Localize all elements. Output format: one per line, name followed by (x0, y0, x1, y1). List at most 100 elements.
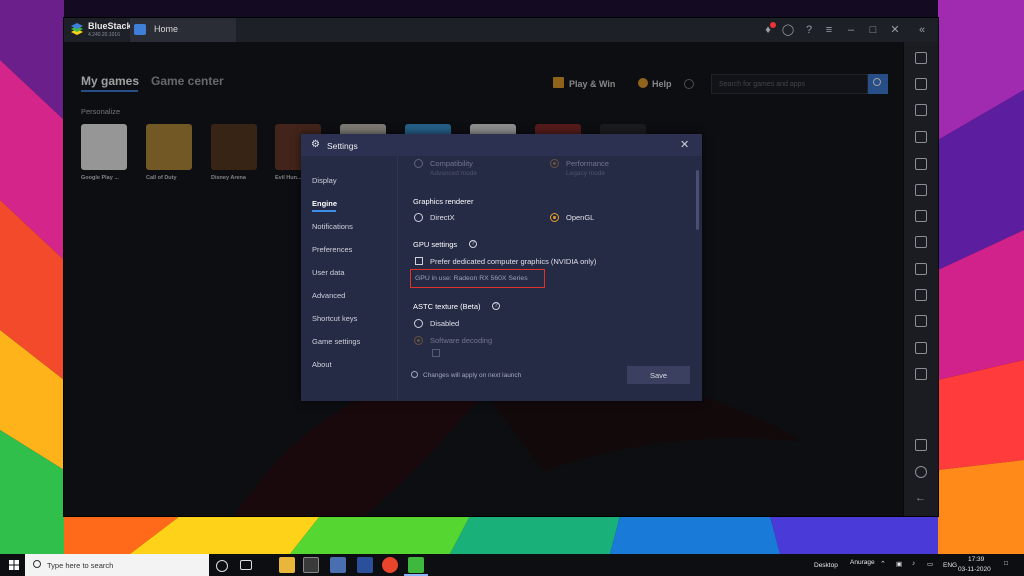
fullscreen-icon[interactable] (915, 52, 927, 64)
astc-heading: ASTC texture (Beta) (413, 302, 481, 311)
tab-home[interactable]: Home (130, 18, 236, 42)
nav-item-notifications[interactable]: Notifications (312, 222, 353, 231)
taskbar-search-icon (33, 560, 41, 568)
install-apk-icon[interactable] (915, 184, 927, 196)
mode-compatibility-label: Compatibility (430, 159, 473, 168)
macro-icon[interactable] (915, 236, 927, 248)
nav-item-display[interactable]: Display (312, 176, 337, 185)
radio-performance[interactable] (550, 159, 559, 168)
radio-astc-disabled[interactable] (414, 319, 423, 328)
language-indicator[interactable]: ENG (943, 562, 957, 569)
astc-sub-checkbox[interactable] (432, 349, 440, 357)
shake-icon[interactable] (915, 342, 927, 354)
right-sidebar: ← (903, 42, 938, 516)
info-note-icon (411, 371, 418, 378)
notepad-app-icon[interactable] (330, 557, 346, 573)
screenshot-icon[interactable] (915, 210, 927, 222)
opengl-label: OpenGL (566, 213, 595, 222)
volume-icon[interactable] (915, 78, 927, 90)
astc-software-label: Software decoding (430, 336, 493, 345)
info-icon[interactable] (915, 439, 927, 451)
directx-label: DirectX (430, 213, 455, 222)
maximize-icon[interactable]: □ (865, 22, 881, 38)
chrome-icon[interactable] (382, 557, 398, 573)
changes-note: Changes will apply on next launch (423, 372, 522, 379)
radio-opengl[interactable] (550, 213, 559, 222)
action-center-icon[interactable]: □ (1004, 560, 1008, 567)
nav-item-advanced[interactable]: Advanced (312, 291, 345, 300)
collapse-sidebar-icon[interactable]: « (914, 22, 930, 38)
nav-item-about[interactable]: About (312, 360, 332, 369)
bluestacks-logo-icon (71, 23, 83, 35)
save-button[interactable]: Save (627, 366, 690, 384)
settings-nav: Display Engine Notifications Preferences… (301, 156, 398, 401)
taskbar-search-placeholder: Type here to search (47, 561, 114, 570)
nav-item-user-data[interactable]: User data (312, 268, 345, 277)
gpu-help-icon[interactable]: ? (469, 240, 477, 248)
astc-help-icon[interactable]: ? (492, 302, 500, 310)
cortana-icon[interactable] (216, 560, 228, 572)
settings-gear-icon[interactable] (915, 466, 927, 478)
calculator-app-icon[interactable] (357, 557, 373, 573)
graphics-renderer-heading: Graphics renderer (413, 197, 474, 206)
nav-item-shortcut-keys[interactable]: Shortcut keys (312, 314, 357, 323)
nav-item-engine[interactable]: Engine (312, 199, 337, 208)
close-dialog-button[interactable]: ✕ (680, 138, 689, 151)
gpu-settings-heading: GPU settings (413, 240, 458, 249)
astc-disabled-label: Disabled (430, 319, 460, 328)
keyboard-icon[interactable] (915, 131, 927, 143)
account-icon[interactable]: ◯ (780, 22, 796, 38)
mode-compatibility-sub: Advanced mode (430, 170, 477, 177)
back-arrow-icon[interactable]: ← (915, 493, 927, 505)
file-explorer-icon[interactable] (279, 557, 295, 573)
folder-icon[interactable] (915, 263, 927, 275)
radio-directx[interactable] (414, 213, 423, 222)
settings-engine-panel: Compatibility Advanced mode Performance … (398, 156, 702, 401)
minimize-icon[interactable]: – (843, 22, 859, 38)
desktop-toolbar[interactable]: Desktop (814, 562, 838, 569)
wifi-icon[interactable]: ▣ (896, 560, 902, 568)
home-tab-icon (134, 24, 146, 35)
windows-start-icon[interactable] (9, 560, 19, 570)
bluestacks-taskbar-icon[interactable] (408, 557, 424, 573)
radio-astc-software[interactable] (414, 336, 423, 345)
prefer-dedicated-checkbox[interactable] (415, 257, 423, 265)
screen-record-icon[interactable] (915, 158, 927, 170)
active-nav-indicator (312, 210, 336, 212)
settings-dialog: ⚙ Settings ✕ Display Engine Notification… (301, 134, 702, 401)
gpu-in-use-text: GPU in use: Radeon RX 560X Series (415, 275, 528, 282)
gpu-in-use-highlight: GPU in use: Radeon RX 560X Series (410, 269, 545, 288)
taskbar-search-input[interactable]: Type here to search (25, 554, 209, 576)
nav-item-game-settings[interactable]: Game settings (312, 337, 360, 346)
menu-icon[interactable]: ≡ (821, 22, 837, 38)
scrollbar-thumb[interactable] (696, 170, 699, 230)
dialog-title: Settings (327, 141, 358, 151)
task-view-icon[interactable] (240, 560, 252, 570)
notification-bell-icon[interactable]: ♦ (760, 22, 776, 38)
title-bar: BlueStacks 4.240.20.1016 Home ♦ ◯ ? ≡ – … (64, 18, 938, 42)
help-circle-icon[interactable]: ? (801, 22, 817, 38)
clock-time[interactable]: 17:39 (968, 556, 984, 563)
eco-mode-icon[interactable] (915, 368, 927, 380)
mode-performance-label: Performance (566, 159, 609, 168)
location-icon[interactable] (915, 315, 927, 327)
tab-home-label: Home (154, 24, 179, 34)
app-version: 4.240.20.1016 (88, 32, 120, 38)
windows-taskbar: Type here to search Desktop Anurage ⌃ ▣ … (0, 554, 1024, 576)
cursor-icon[interactable] (915, 104, 927, 116)
nav-item-preferences[interactable]: Preferences (312, 245, 352, 254)
mode-performance-sub: Legacy mode (566, 170, 606, 177)
close-icon[interactable]: ✕ (887, 22, 903, 38)
notion-app-icon[interactable] (303, 557, 319, 573)
prefer-dedicated-label: Prefer dedicated computer graphics (NVID… (430, 257, 597, 266)
clock-date[interactable]: 03-11-2020 (958, 566, 991, 573)
gear-icon: ⚙ (311, 139, 320, 150)
battery-icon[interactable]: ▭ (927, 560, 933, 568)
notification-badge (770, 22, 776, 28)
radio-compatibility[interactable] (414, 159, 423, 168)
multi-instance-icon[interactable] (915, 289, 927, 301)
tray-user[interactable]: Anurage (850, 559, 875, 566)
tray-chevron-icon[interactable]: ⌃ (880, 560, 886, 568)
speaker-icon[interactable]: ♪ (912, 560, 915, 567)
dialog-header: ⚙ Settings ✕ (301, 134, 702, 156)
